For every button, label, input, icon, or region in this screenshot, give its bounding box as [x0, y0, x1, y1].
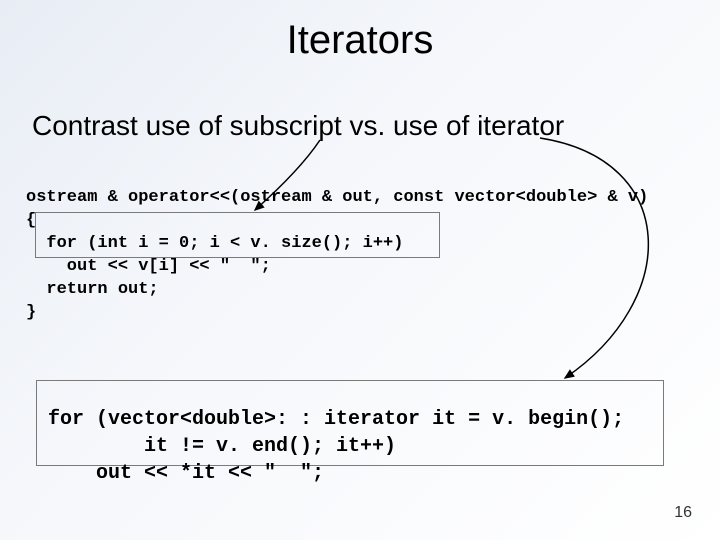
code-block-subscript: ostream & operator<<(ostream & out, cons…	[26, 187, 648, 325]
slide-subtitle: Contrast use of subscript vs. use of ite…	[32, 110, 564, 142]
slide-title: Iterators	[0, 18, 720, 63]
code-block-iterator: for (vector<double>: : iterator it = v. …	[48, 406, 624, 487]
slide: Iterators Contrast use of subscript vs. …	[0, 0, 720, 540]
page-number: 16	[674, 504, 692, 522]
